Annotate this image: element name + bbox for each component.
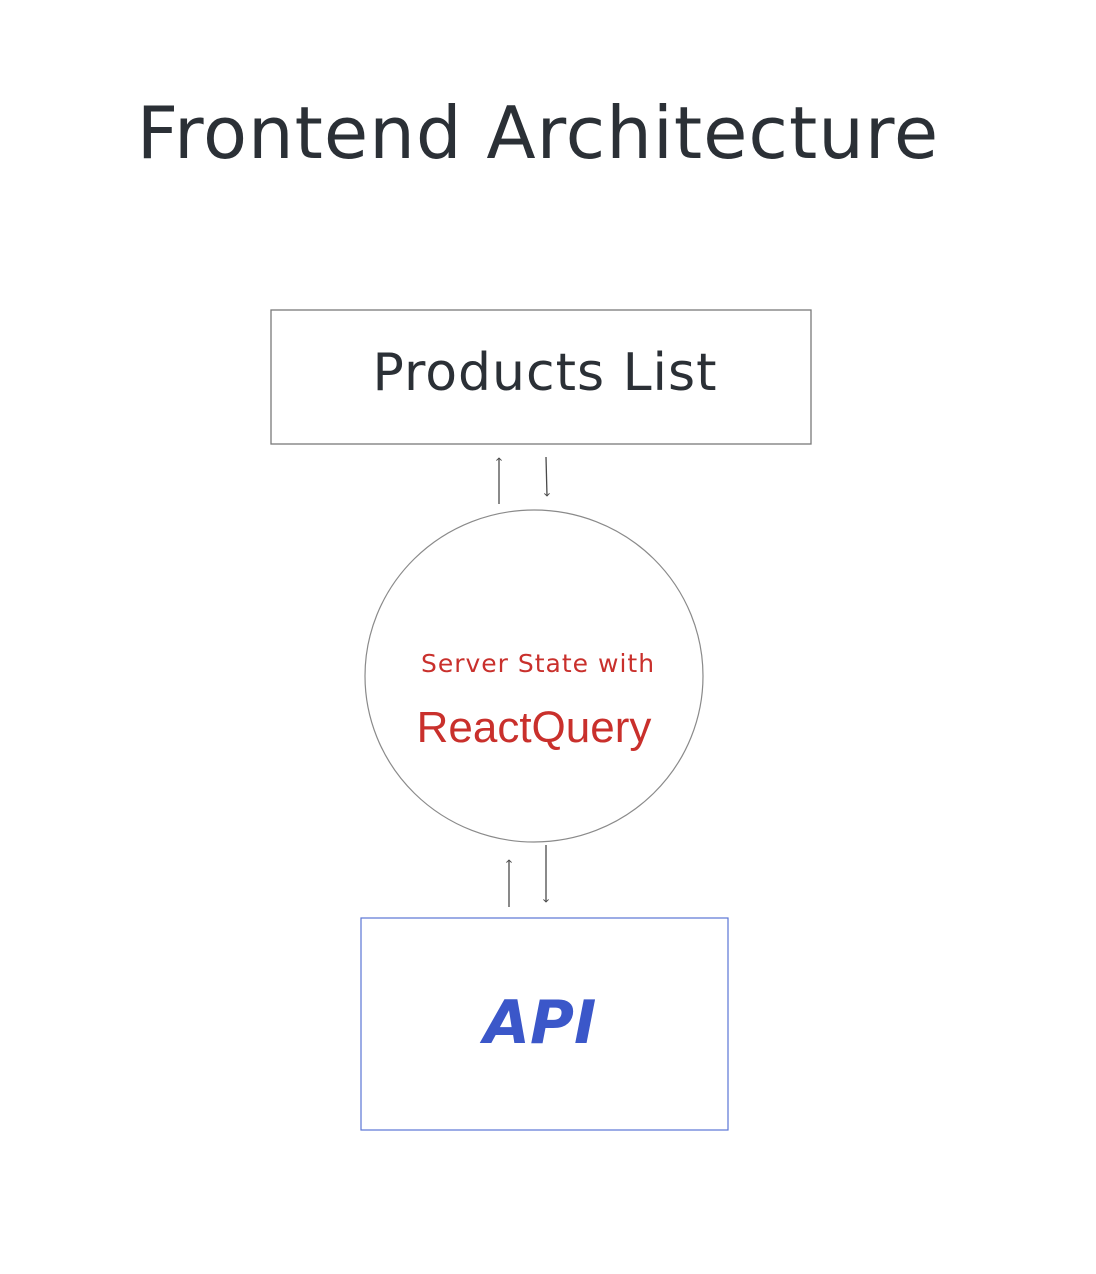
- api-label: API: [480, 988, 597, 1058]
- server-state-label: Server State with: [421, 649, 655, 678]
- server-state-node: Server State with ReactQuery: [364, 509, 704, 843]
- diagram-title: Frontend Architecture: [137, 91, 939, 175]
- arrow-products-to-state: [544, 456, 550, 497]
- api-node: API: [360, 917, 729, 1131]
- react-query-label: ReactQuery: [417, 703, 652, 752]
- architecture-diagram: Frontend Architecture Products List Serv…: [137, 91, 939, 1131]
- products-list-label: Products List: [373, 343, 718, 403]
- products-list-node: Products List: [270, 309, 812, 445]
